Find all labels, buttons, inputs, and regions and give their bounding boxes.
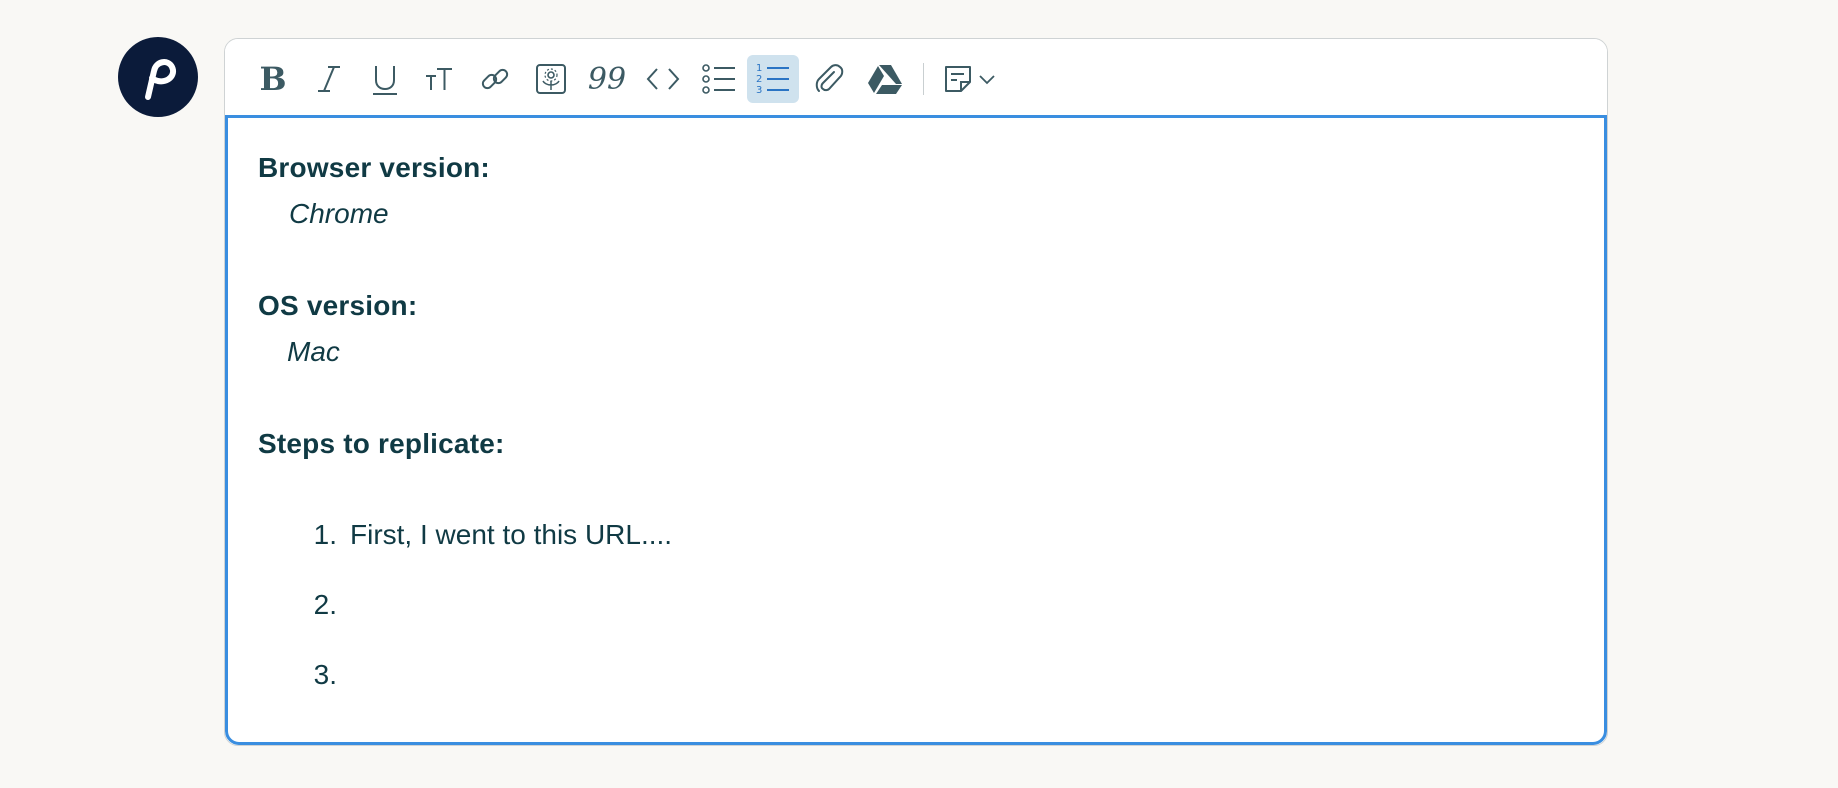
editor-content[interactable]: Browser version: Chrome OS version: Mac … (225, 115, 1607, 745)
link-icon (481, 68, 509, 90)
svg-text:2: 2 (756, 74, 762, 85)
image-icon (536, 64, 566, 94)
chevron-down-icon (979, 75, 995, 85)
underline-icon (373, 66, 397, 95)
text-size-icon (426, 68, 452, 90)
svg-text:1: 1 (756, 63, 762, 74)
italic-button[interactable] (303, 55, 355, 103)
step-1-text: First, I went to this URL.... (350, 519, 673, 550)
google-drive-icon (868, 65, 902, 94)
browser-version-label: Browser version: (258, 152, 490, 183)
step-1-number: 1. (313, 519, 337, 550)
code-icon (646, 68, 680, 90)
template-icon (945, 66, 971, 92)
template-button[interactable] (937, 55, 1003, 103)
step-3-number: 3. (313, 659, 337, 690)
os-version-label: OS version: (258, 290, 418, 321)
avatar[interactable] (118, 37, 198, 117)
toolbar-divider (923, 63, 924, 95)
os-version-value: Mac (287, 336, 340, 367)
browser-version-value: Chrome (289, 198, 389, 229)
step-2-number: 2. (313, 589, 337, 620)
rich-text-editor: B 99 1 2 3 Browser version: Chrome OS ve… (224, 38, 1608, 746)
numbered-list-icon: 1 2 3 (756, 63, 789, 96)
steps-label: Steps to replicate: (258, 428, 505, 459)
paperclip-icon (815, 64, 844, 92)
bold-button[interactable]: B (247, 55, 299, 103)
bold-icon: B (259, 60, 287, 98)
code-button[interactable] (637, 55, 689, 103)
google-drive-button[interactable] (859, 55, 911, 103)
bullet-list-icon (702, 64, 735, 94)
link-button[interactable] (469, 55, 521, 103)
numbered-list-button[interactable]: 1 2 3 (747, 55, 799, 103)
bullet-list-button[interactable] (693, 55, 745, 103)
image-button[interactable] (525, 55, 577, 103)
quote-icon: 99 (587, 61, 627, 97)
text-size-button[interactable] (413, 55, 465, 103)
editor-toolbar: B 99 1 2 3 (225, 39, 1607, 115)
brand-logo-icon (145, 59, 176, 100)
italic-icon (318, 66, 340, 92)
attachment-button[interactable] (803, 55, 855, 103)
quote-button[interactable]: 99 (581, 55, 633, 103)
svg-text:3: 3 (756, 85, 762, 96)
underline-button[interactable] (359, 55, 411, 103)
